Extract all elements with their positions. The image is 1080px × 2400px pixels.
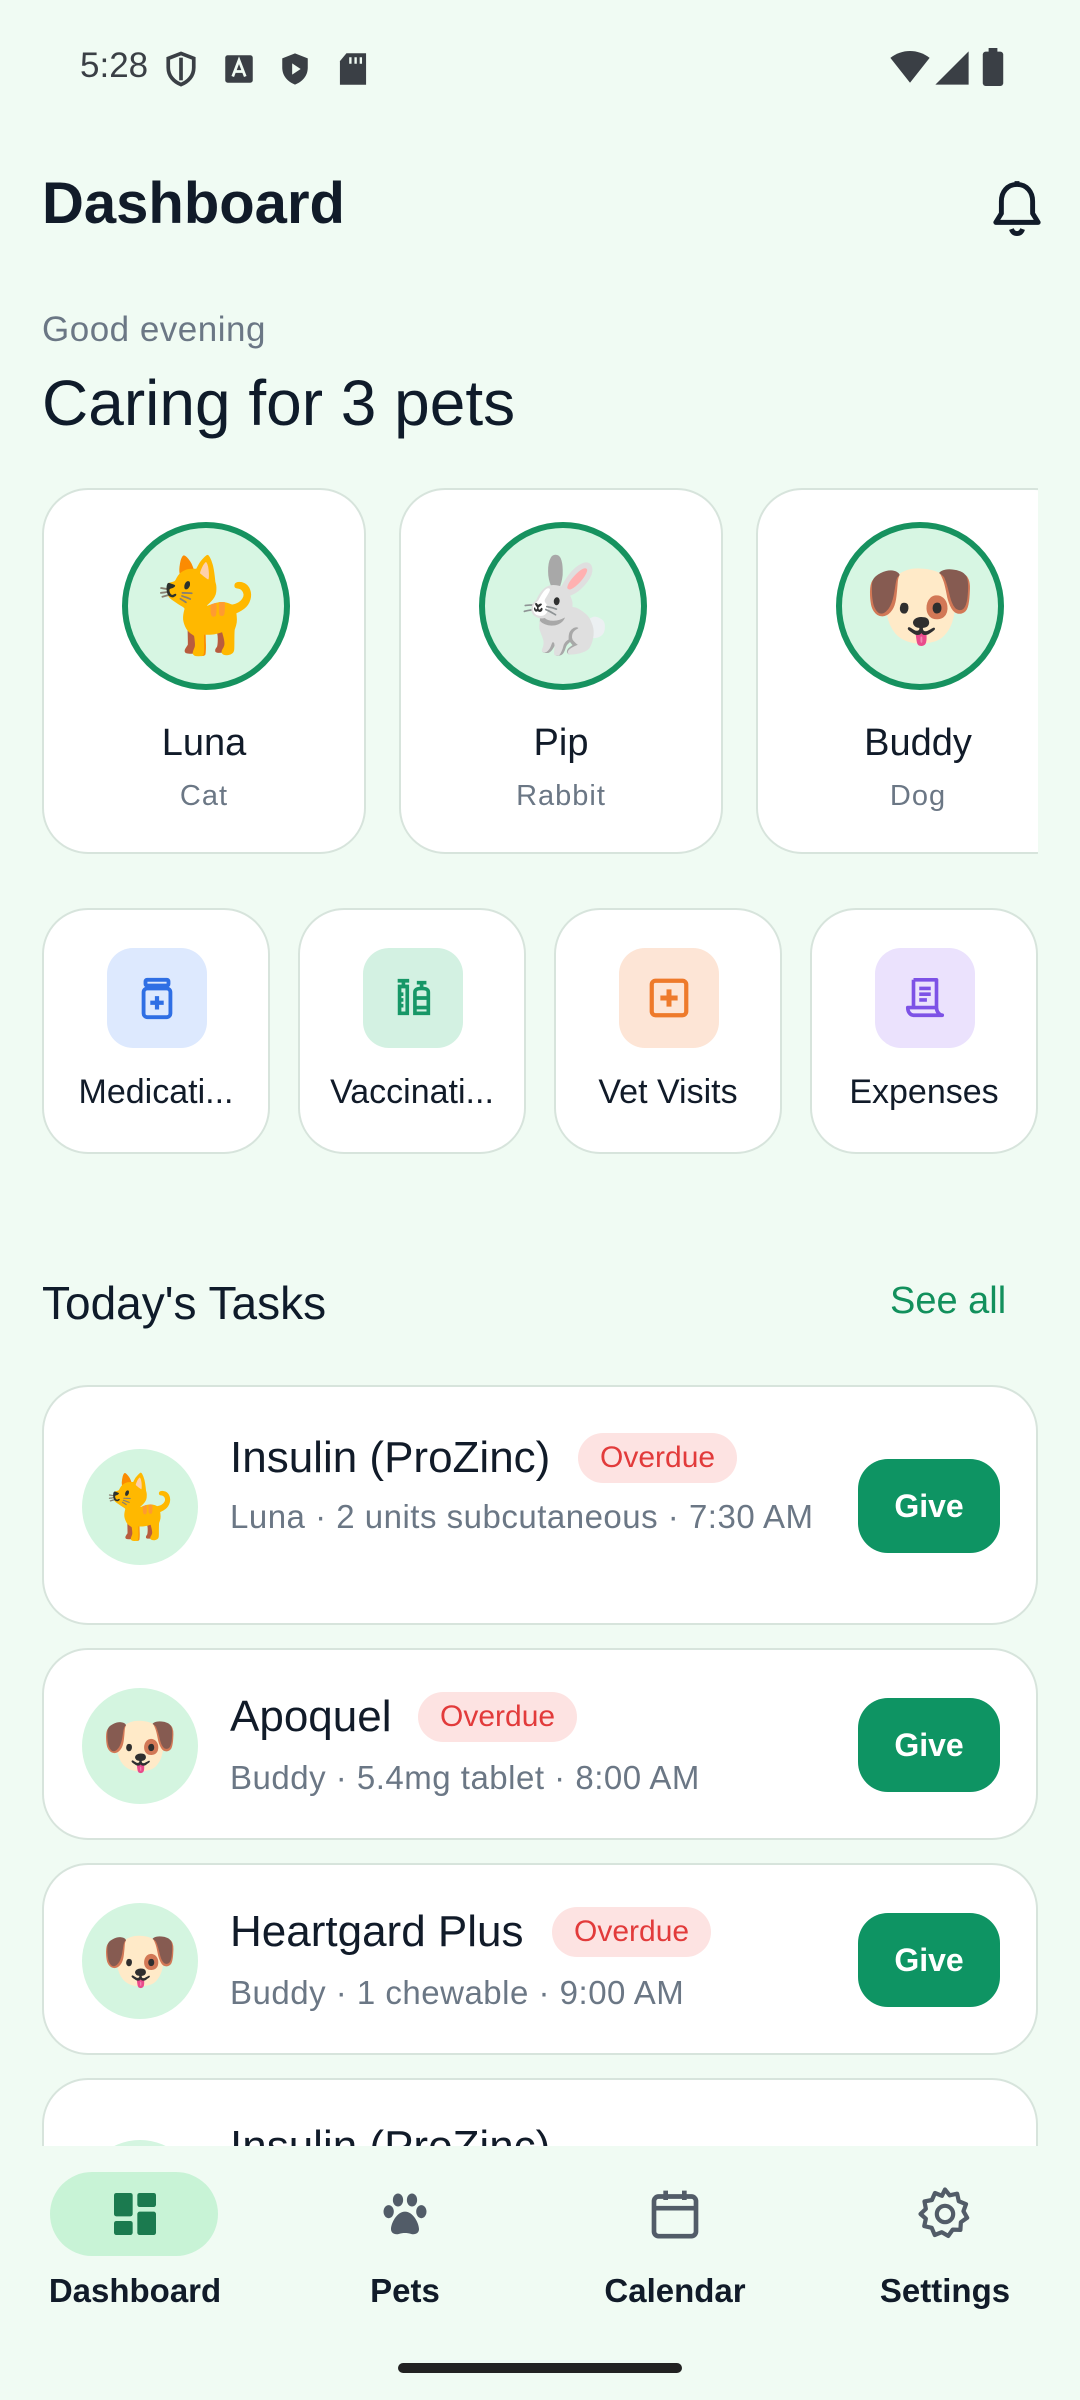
greeting-text: Good evening: [42, 310, 266, 349]
pet-card-luna[interactable]: 🐈 Luna Cat: [42, 488, 366, 854]
signal-icon: [935, 51, 969, 85]
keyboard-status-icon: [225, 55, 253, 83]
category-label: Expenses: [849, 1073, 999, 1111]
dashboard-screen: 5:28 Dashboard Good evening Caring for 3…: [0, 0, 1080, 2400]
bottom-navigation: Dashboard Pets Calendar Settings: [0, 2146, 1080, 2400]
category-tile-expenses[interactable]: Expenses: [810, 908, 1038, 1154]
nav-item-settings[interactable]: Settings: [810, 2146, 1080, 2346]
task-pet-avatar: 🐈: [82, 1449, 198, 1565]
task-details: Buddy · 1 chewable · 9:00 AM: [230, 1974, 685, 2011]
pet-type: Cat: [179, 780, 229, 812]
sd-card-icon: [339, 53, 367, 85]
see-all-link[interactable]: See all: [890, 1280, 1006, 1323]
pet-type: Dog: [889, 780, 947, 812]
task-card[interactable]: 🐶 Heartgard Plus Overdue Buddy · 1 chewa…: [42, 1863, 1038, 2055]
nav-item-calendar[interactable]: Calendar: [540, 2146, 810, 2346]
nav-item-dashboard[interactable]: Dashboard: [0, 2146, 270, 2346]
pets-carousel[interactable]: 🐈 Luna Cat 🐇 Pip Rabbit 🐶 Buddy Dog: [42, 488, 1038, 854]
pet-name: Pip: [533, 722, 589, 764]
wifi-icon: [890, 50, 930, 83]
play-protect-icon: [282, 53, 308, 85]
pet-avatar: 🐇: [479, 522, 647, 690]
shield-status-icon: [166, 51, 196, 87]
notifications-bell-icon[interactable]: [990, 180, 1044, 238]
category-tile-vaccinations[interactable]: Vaccinati...: [298, 908, 526, 1154]
home-indicator[interactable]: [398, 2363, 682, 2373]
task-details: Buddy · 5.4mg tablet · 8:00 AM: [230, 1759, 700, 1796]
medication-icon: [107, 948, 207, 1048]
syringe-icon: [363, 948, 463, 1048]
give-button[interactable]: Give: [858, 1459, 1000, 1553]
status-time: 5:28: [80, 46, 149, 85]
pet-type: Rabbit: [516, 780, 606, 812]
gear-icon: [918, 2187, 970, 2239]
paw-icon: [383, 2193, 427, 2235]
task-pet-avatar: 🐶: [82, 1903, 198, 2019]
category-tile-medications[interactable]: Medicati...: [42, 908, 270, 1154]
task-name: Insulin (ProZinc): [230, 1433, 551, 1482]
overdue-badge: Overdue: [418, 1692, 578, 1742]
overdue-badge: Overdue: [578, 1433, 738, 1483]
pet-avatar: 🐶: [836, 522, 1004, 690]
pet-card-buddy[interactable]: 🐶 Buddy Dog: [756, 488, 1038, 854]
category-label: Medicati...: [78, 1073, 234, 1111]
calendar-icon: [651, 2190, 699, 2239]
task-pet-avatar: 🐶: [82, 1688, 198, 1804]
give-button[interactable]: Give: [858, 1913, 1000, 2007]
category-tile-vet-visits[interactable]: Vet Visits: [554, 908, 782, 1154]
task-details: Luna · 2 units subcutaneous · 7:30 AM: [230, 1498, 814, 1535]
receipt-icon: [875, 948, 975, 1048]
nav-label: Pets: [370, 2272, 440, 2309]
battery-icon: [982, 48, 1004, 86]
pet-card-pip[interactable]: 🐇 Pip Rabbit: [399, 488, 723, 854]
give-button[interactable]: Give: [858, 1698, 1000, 1792]
pet-avatar: 🐈: [122, 522, 290, 690]
category-label: Vaccinati...: [330, 1073, 494, 1111]
nav-label: Settings: [879, 2272, 1011, 2309]
status-bar: 5:28: [0, 0, 1080, 130]
overdue-badge: Overdue: [552, 1907, 712, 1957]
dashboard-icon: [114, 2193, 156, 2235]
pet-name: Buddy: [864, 722, 972, 764]
category-label: Vet Visits: [598, 1073, 738, 1111]
nav-label: Calendar: [604, 2272, 746, 2309]
pets-count-headline: Caring for 3 pets: [42, 367, 516, 439]
medical-kit-icon: [619, 948, 719, 1048]
page-title: Dashboard: [42, 171, 345, 236]
pet-name: Luna: [161, 722, 247, 764]
task-card[interactable]: 🐈 Insulin (ProZinc) Overdue Luna · 2 uni…: [42, 1385, 1038, 1625]
nav-item-pets[interactable]: Pets: [270, 2146, 540, 2346]
task-name: Heartgard Plus: [230, 1907, 524, 1956]
nav-label: Dashboard: [48, 2272, 222, 2309]
task-name: Apoquel: [230, 1692, 392, 1741]
tasks-section-title: Today's Tasks: [42, 1277, 327, 1329]
task-card[interactable]: 🐶 Apoquel Overdue Buddy · 5.4mg tablet ·…: [42, 1648, 1038, 1840]
